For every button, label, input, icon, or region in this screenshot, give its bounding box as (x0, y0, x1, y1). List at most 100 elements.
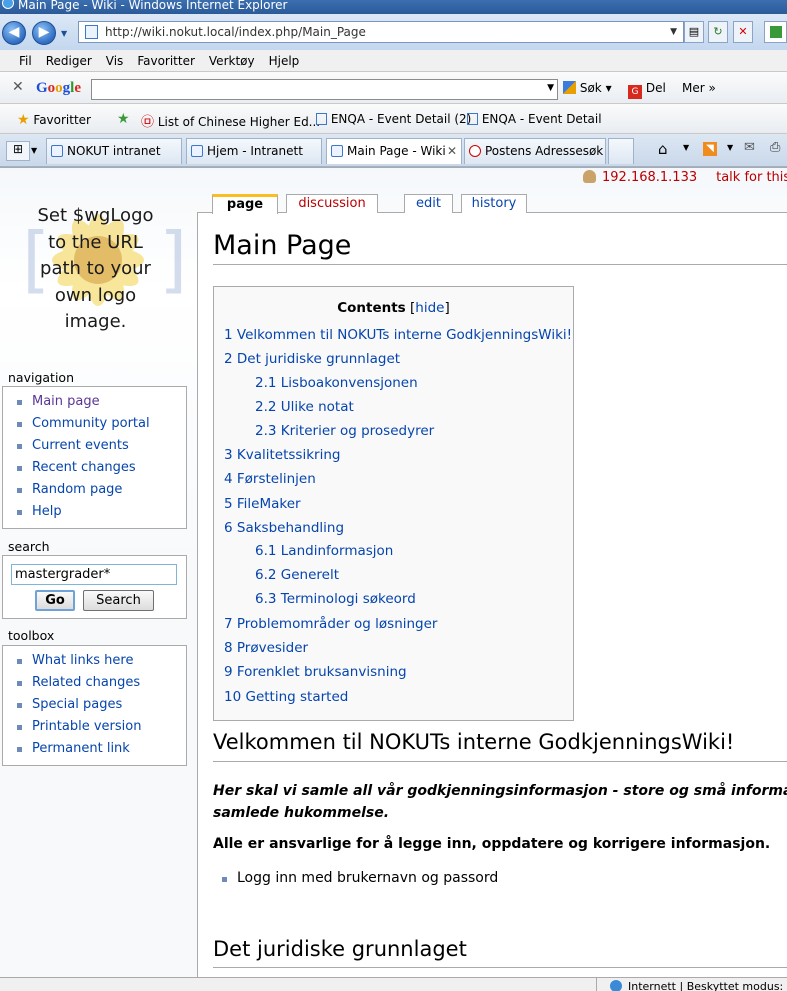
toc-item[interactable]: 5 FileMaker (224, 496, 301, 512)
toc-text: Getting started (245, 689, 349, 705)
search-button[interactable]: Search (83, 590, 154, 611)
menu-view[interactable]: Vis (99, 50, 131, 68)
globe-icon (610, 980, 622, 991)
new-tab-button[interactable] (608, 138, 634, 164)
toc-text: Kvalitetssikring (236, 447, 341, 463)
wiki-logo[interactable]: [ ] Set $wgLogo to the URL path to your … (8, 190, 183, 340)
toc-item[interactable]: 2.1 Lisboakonvensjonen (255, 375, 418, 391)
nav-recent-changes[interactable]: Recent changes (15, 459, 186, 481)
toc-heading: Contents [hide] (337, 300, 450, 316)
close-toolbar-icon[interactable]: ✕ (12, 79, 24, 95)
toc-item[interactable]: 6 Saksbehandling (224, 520, 344, 536)
go-button[interactable]: Go (35, 590, 75, 611)
google-more-button[interactable]: Mer » (682, 81, 716, 95)
google-logo: Google (36, 80, 82, 96)
google-search-input[interactable]: ▼ (91, 79, 558, 100)
toc-text: Velkommen til NOKUTs interne Godkjenning… (236, 327, 573, 343)
toc-item[interactable]: 6.1 Landinformasjon (255, 543, 393, 559)
tab-discussion[interactable]: discussion (286, 194, 378, 213)
fav-link-2[interactable]: ENQA - Event Detail (2) (316, 112, 471, 126)
section-divider (213, 761, 787, 762)
toc-item[interactable]: 9 Forenklet bruksanvisning (224, 664, 407, 680)
tab-edit[interactable]: edit (404, 194, 453, 213)
section-heading-juridisk: Det juridiske grunnlaget (213, 937, 467, 961)
home-icon[interactable]: ⌂ (658, 140, 668, 158)
window-title-bar: Main Page - Wiki - Windows Internet Expl… (0, 0, 787, 14)
menu-bar: Fil Rediger Vis Favoritter Verktøy Hjelp (0, 50, 787, 72)
tab-list-icon[interactable]: ▼ (31, 141, 43, 161)
tool-related-changes[interactable]: Related changes (15, 674, 186, 696)
toc-item[interactable]: 4 Førstelinjen (224, 471, 316, 487)
toc-item[interactable]: 2.2 Ulike notat (255, 399, 354, 415)
address-bar[interactable]: http://wiki.nokut.local/index.php/Main_P… (78, 21, 684, 43)
toc-hide-link[interactable]: hide (415, 300, 444, 316)
tool-special-pages[interactable]: Special pages (15, 696, 186, 718)
toc-text: FileMaker (236, 496, 301, 512)
fav-link-3[interactable]: ENQA - Event Detail (467, 112, 602, 126)
tool-printable-version[interactable]: Printable version (15, 718, 186, 740)
star-icon: ★ (17, 112, 30, 128)
fav-link-1[interactable]: ㉤ List of Chinese Higher Ed... (141, 111, 320, 130)
menu-tools[interactable]: Verktøy (202, 50, 262, 68)
chevron-down-icon[interactable]: ▼ (547, 83, 554, 93)
favorites-button[interactable]: ★ Favoritter (17, 112, 91, 128)
mail-icon[interactable]: ✉ (744, 140, 755, 155)
search-provider-icon[interactable] (764, 21, 787, 43)
talk-link[interactable]: talk for this (716, 170, 787, 185)
toc-item[interactable]: 10 Getting started (224, 689, 348, 705)
nav-current-events[interactable]: Current events (15, 437, 186, 459)
menu-edit[interactable]: Rediger (39, 50, 99, 68)
compat-view-icon[interactable]: ▤ (684, 21, 704, 43)
menu-favorites[interactable]: Favoritter (130, 50, 202, 68)
toc-item[interactable]: 8 Prøvesider (224, 640, 308, 656)
nav-community-portal[interactable]: Community portal (15, 415, 186, 437)
tab-postens-adressesok[interactable]: Postens Adressesøk (464, 138, 606, 164)
toc-number: 3 (224, 447, 233, 463)
menu-file[interactable]: Fil (0, 50, 39, 68)
toc-item[interactable]: 2 Det juridiske grunnlaget (224, 351, 400, 367)
close-tab-icon[interactable]: ✕ (447, 139, 457, 163)
toc-item[interactable]: 3 Kvalitetssikring (224, 447, 340, 463)
rss-dropdown-icon[interactable]: ▼ (727, 143, 733, 152)
quick-tabs-icon[interactable]: ⊞ (6, 141, 30, 161)
section-heading-welcome: Velkommen til NOKUTs interne Godkjenning… (213, 730, 735, 754)
rss-icon[interactable]: ◥ (703, 142, 717, 156)
forward-button[interactable]: ▶ (32, 21, 56, 45)
toc-item[interactable]: 2.3 Kriterier og prosedyrer (255, 423, 434, 439)
back-button[interactable]: ◀ (2, 21, 26, 45)
nav-help[interactable]: Help (15, 503, 186, 525)
toc-item[interactable]: 6.2 Generelt (255, 567, 339, 583)
menu-help[interactable]: Hjelp (262, 50, 307, 68)
tab-main-page-wiki[interactable]: Main Page - Wiki ✕ (326, 138, 462, 164)
add-favorite-icon[interactable]: ★ (117, 111, 130, 127)
nav-main-page[interactable]: Main page (15, 393, 186, 415)
stop-icon[interactable]: ✕ (733, 21, 753, 43)
nav-random-page[interactable]: Random page (15, 481, 186, 503)
address-dropdown-icon[interactable]: ▼ (670, 22, 677, 42)
tool-what-links-here[interactable]: What links here (15, 652, 186, 674)
toc-item[interactable]: 7 Problemområder og løsninger (224, 616, 438, 632)
tab-history[interactable]: history (461, 194, 527, 213)
toc-item[interactable]: 6.3 Terminologi søkeord (255, 591, 416, 607)
google-share-button[interactable]: G Del (628, 81, 666, 99)
tab-page[interactable]: page (212, 194, 278, 214)
tab-hjem-intranett[interactable]: Hjem - Intranett (186, 138, 322, 164)
tab-nokut-intranet[interactable]: NOKUT intranet (46, 138, 182, 164)
toc-number: 6 (224, 520, 233, 536)
ip-link[interactable]: 192.168.1.133 (602, 170, 697, 185)
user-icon (583, 170, 596, 183)
google-search-button[interactable]: Søk ▾ (563, 81, 612, 95)
print-icon[interactable]: ⎙ (770, 140, 780, 155)
refresh-icon[interactable]: ↻ (708, 21, 728, 43)
toc-item[interactable]: 1 Velkommen til NOKUTs interne Godkjenni… (224, 327, 572, 343)
page-icon (467, 113, 478, 125)
search-input[interactable] (11, 564, 177, 585)
toc-text: Generelt (280, 567, 340, 583)
home-dropdown-icon[interactable]: ▼ (683, 143, 689, 152)
title-divider (213, 264, 787, 265)
history-dropdown-icon[interactable]: ▼ (61, 29, 67, 38)
tool-permanent-link[interactable]: Permanent link (15, 740, 186, 762)
toc-text: Kriterier og prosedyrer (280, 423, 435, 439)
logo-text: Set $wgLogo to the URL path to your own … (37, 205, 154, 332)
toc-number: 1 (224, 327, 233, 343)
